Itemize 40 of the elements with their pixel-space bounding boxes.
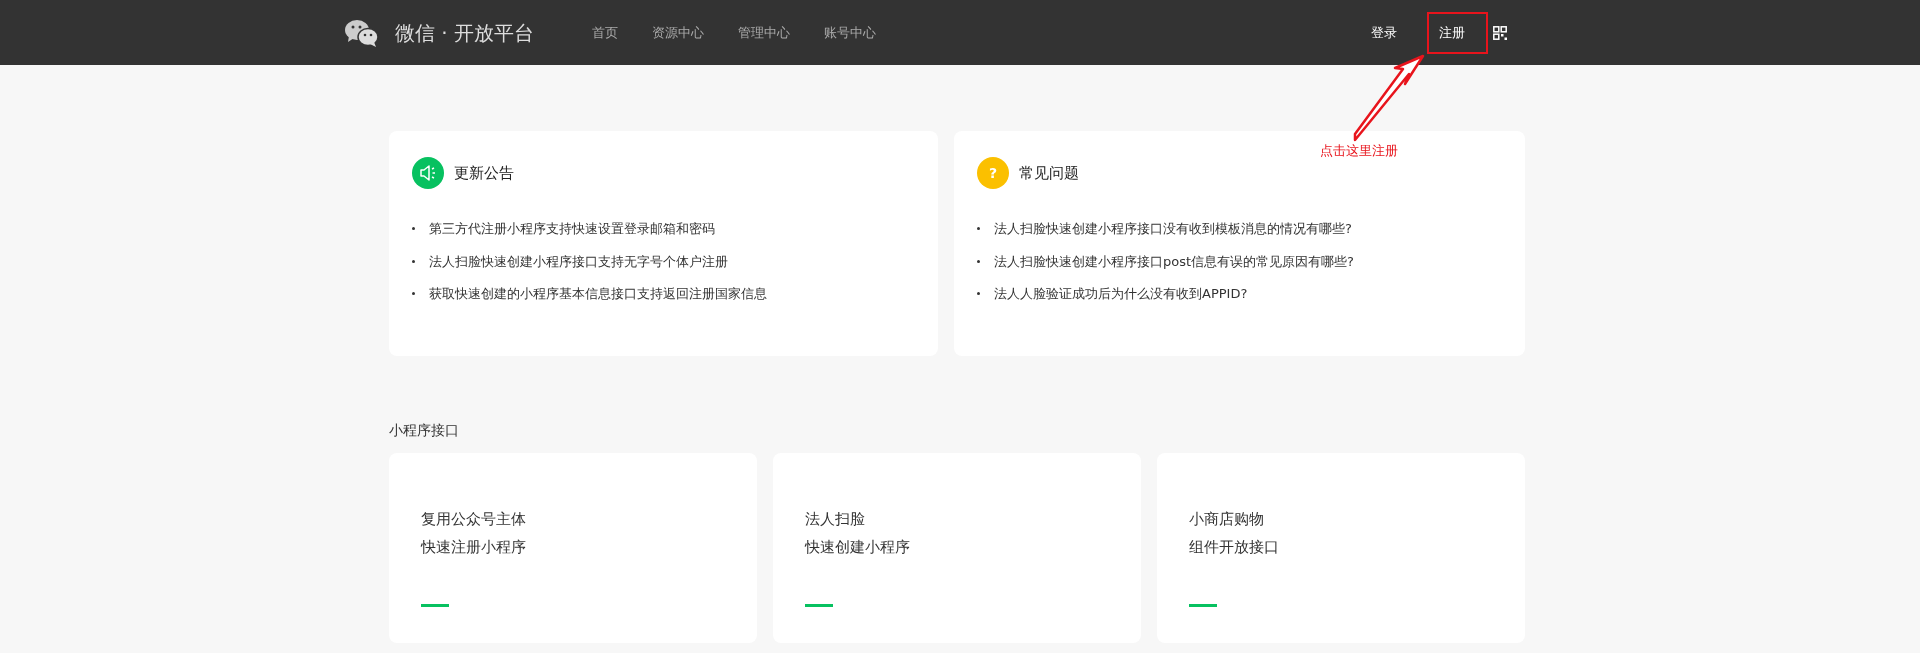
card-title-line: 法人扫脸 (805, 509, 866, 530)
nav-link[interactable]: 管理中心 (738, 22, 791, 43)
highlight-frame (1427, 12, 1488, 54)
news-link[interactable]: 法人扫脸快速创建小程序接口没有收到模板消息的情况有哪些? (994, 219, 1352, 239)
news-link[interactable]: 法人人脸验证成功后为什么没有收到APPID? (994, 284, 1248, 304)
login-link[interactable]: 登录 (1357, 12, 1411, 53)
wechat-logo-icon[interactable] (345, 18, 379, 47)
nav-link[interactable]: 首页 (592, 22, 619, 43)
panel-title: 更新公告 (454, 162, 514, 184)
card-title-line: 快速注册小程序 (421, 537, 527, 558)
speaker-icon (412, 157, 444, 189)
bullet-icon (977, 259, 980, 263)
api-card[interactable]: 复用公众号主体 快速注册小程序 (389, 453, 757, 643)
accent-bar (1189, 604, 1217, 607)
accent-bar (421, 604, 449, 607)
bullet-icon (412, 259, 415, 263)
news-link[interactable]: 第三方代注册小程序支持快速设置登录邮箱和密码 (429, 219, 715, 239)
news-link[interactable]: 获取快速创建的小程序基本信息接口支持返回注册国家信息 (429, 284, 767, 304)
help-icon: ? (977, 157, 1009, 189)
api-card[interactable]: 法人扫脸 快速创建小程序 (773, 453, 1141, 643)
news-link[interactable]: 法人扫脸快速创建小程序接口post信息有误的常见原因有哪些? (994, 251, 1354, 271)
card-title-line: 快速创建小程序 (805, 537, 911, 558)
bullet-icon (977, 292, 980, 296)
api-card[interactable]: 小商店购物 组件开放接口 (1157, 453, 1525, 643)
nav-link[interactable]: 资源中心 (652, 22, 705, 43)
card-title-line: 小商店购物 (1189, 509, 1265, 530)
accent-bar (805, 604, 833, 607)
bullet-icon (412, 227, 415, 231)
panel-title: 常见问题 (1019, 162, 1079, 184)
bullet-icon (977, 227, 980, 231)
register-link[interactable]: 注册 (1425, 12, 1479, 53)
qr-code-icon[interactable] (1493, 25, 1507, 40)
section-title: 小程序接口 (389, 421, 460, 440)
card-title-line: 复用公众号主体 (421, 509, 527, 530)
site-title: 微信 · 开放平台 (395, 19, 535, 47)
annotation-text: 点击这里注册 (1320, 142, 1398, 160)
nav-link[interactable]: 账号中心 (824, 22, 877, 43)
news-link[interactable]: 法人扫脸快速创建小程序接口支持无字号个体户注册 (429, 251, 728, 271)
bullet-icon (412, 292, 415, 296)
card-title-line: 组件开放接口 (1189, 537, 1280, 558)
